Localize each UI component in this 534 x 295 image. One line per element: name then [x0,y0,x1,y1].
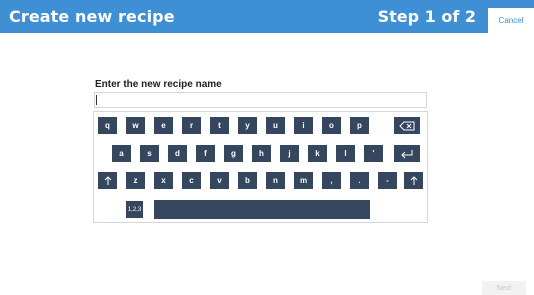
key-k[interactable]: k [308,145,327,162]
enter-key[interactable] [394,145,420,162]
spacebar[interactable] [154,200,370,219]
page-title: Create new recipe [9,7,175,26]
key-m[interactable]: m [294,172,313,189]
key-r[interactable]: r [182,117,201,134]
recipe-name-label: Enter the new recipe name [95,79,222,90]
key-c[interactable]: c [182,172,201,189]
next-button[interactable]: Next [482,281,526,295]
shift-key-right[interactable] [404,172,423,189]
backspace-icon [399,121,415,130]
key-p[interactable]: p [350,117,369,134]
key-u[interactable]: u [266,117,285,134]
cancel-button[interactable]: Cancel [488,8,534,33]
key-apostrophe[interactable]: ' [364,145,383,162]
key-n[interactable]: n [266,172,285,189]
key-comma[interactable]: , [322,172,341,189]
shift-key-left[interactable] [98,172,117,189]
shift-icon [410,175,417,185]
key-y[interactable]: y [238,117,257,134]
key-q[interactable]: q [98,117,117,134]
key-x[interactable]: x [154,172,173,189]
key-e[interactable]: e [154,117,173,134]
header-bar: Create new recipe Step 1 of 2 Cancel [0,0,534,33]
shift-icon [104,175,111,185]
key-z[interactable]: z [126,172,145,189]
key-s[interactable]: s [140,145,159,162]
key-w[interactable]: w [126,117,145,134]
step-indicator: Step 1 of 2 [377,7,476,26]
key-a[interactable]: a [112,145,131,162]
key-b[interactable]: b [238,172,257,189]
key-d[interactable]: d [168,145,187,162]
numbers-key[interactable]: 1,2,3 [126,201,143,218]
key-j[interactable]: j [280,145,299,162]
key-t[interactable]: t [210,117,229,134]
key-o[interactable]: o [322,117,341,134]
text-caret [96,95,97,105]
enter-icon [401,149,413,158]
recipe-name-input[interactable] [94,92,427,108]
key-i[interactable]: i [294,117,313,134]
key-period[interactable]: . [350,172,369,189]
backspace-key[interactable] [394,117,420,134]
key-f[interactable]: f [196,145,215,162]
key-h[interactable]: h [252,145,271,162]
key-v[interactable]: v [210,172,229,189]
key-g[interactable]: g [224,145,243,162]
key-l[interactable]: l [336,145,355,162]
key-hyphen[interactable]: - [378,172,397,189]
